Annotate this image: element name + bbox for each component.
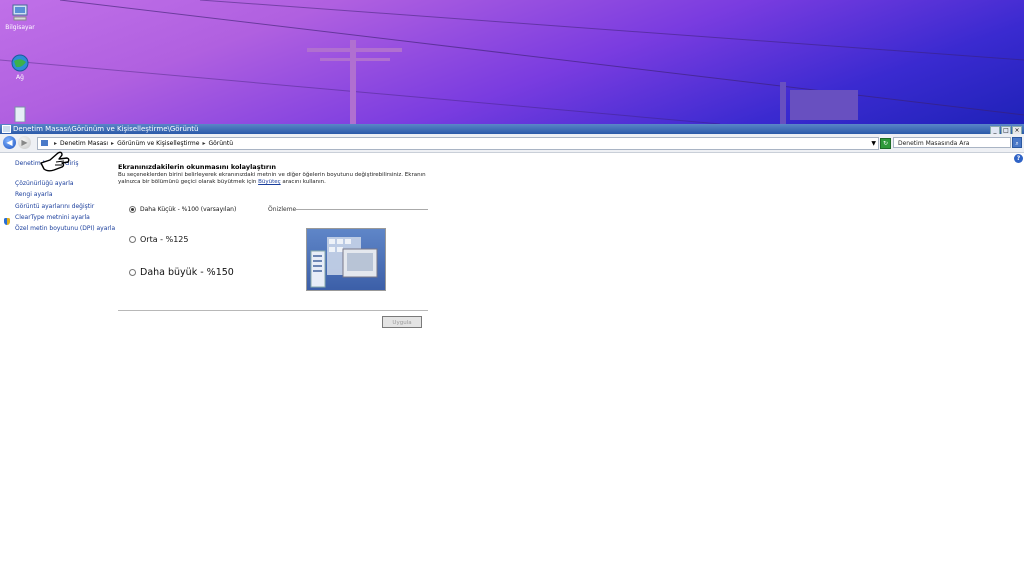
chevron-right-icon: ▸	[202, 140, 206, 147]
chevron-down-icon[interactable]: ▼	[871, 138, 876, 149]
description-part: aracını kullanın.	[282, 179, 326, 185]
radio-selected-icon[interactable]	[129, 206, 136, 213]
window-title: Denetim Masası\Görünüm ve Kişiselleştirm…	[13, 125, 199, 133]
refresh-button[interactable]: ↻	[880, 138, 891, 149]
divider	[118, 310, 428, 311]
sidebar-item-display-settings[interactable]: Görüntü ayarlarını değiştir	[15, 203, 94, 210]
desktop-wallpaper: Bilgisayar Ağ	[0, 0, 1024, 124]
power-line-illustration	[0, 0, 1024, 124]
sidebar-item-cleartype[interactable]: ClearType metnini ayarla	[15, 214, 90, 221]
control-panel-icon	[41, 140, 48, 146]
search-button[interactable]: ⌕	[1012, 137, 1022, 148]
refresh-icon: ↻	[882, 140, 889, 147]
computer-icon	[10, 4, 30, 22]
description-text: Bu seçeneklerden birini belirleyerek ekr…	[118, 172, 430, 186]
preview-image	[306, 228, 386, 291]
window-icon	[2, 125, 11, 133]
breadcrumb[interactable]: ▸ Denetim Masası ▸ Görünüm ve Kişiselleştir…	[37, 137, 879, 150]
recycle-bin-icon	[10, 104, 30, 123]
option-label: Daha Küçük - %100 (varsayılan)	[140, 206, 237, 213]
desktop-icon-computer[interactable]: Bilgisayar	[0, 4, 40, 31]
option-label: Daha büyük - %150	[140, 267, 234, 278]
desktop-icon-network[interactable]: Ağ	[0, 54, 40, 81]
title-bar[interactable]: Denetim Masası\Görünüm ve Kişiselleştirm…	[0, 124, 1024, 135]
magnifier-link[interactable]: Büyüteç	[258, 179, 281, 185]
forward-button[interactable]: ▶	[18, 136, 31, 149]
sidebar: Denetim Masası Giriş Çözünürlüğü ayarla …	[0, 151, 115, 576]
hand-cursor-icon	[40, 151, 70, 172]
preview-desktop-thumbnail	[310, 237, 378, 288]
chevron-right-icon: ▸	[111, 140, 115, 147]
chevron-right-icon: ▸	[54, 140, 58, 147]
page-title: Ekranınızdakilerin okunmasını kolaylaştı…	[118, 163, 276, 171]
desktop-icon-label: Bilgisayar	[5, 24, 35, 31]
option-larger[interactable]: Daha büyük - %150	[129, 267, 234, 278]
option-medium[interactable]: Orta - %125	[129, 235, 188, 244]
desktop-icon-recycle-bin[interactable]	[0, 104, 40, 124]
breadcrumb-item[interactable]: Denetim Masası	[60, 140, 108, 147]
option-label: Orta - %125	[140, 235, 189, 244]
breadcrumb-item[interactable]: Görünüm ve Kişiselleştirme	[117, 140, 199, 147]
breadcrumb-item[interactable]: Görüntü	[208, 140, 233, 147]
network-icon	[10, 54, 30, 72]
apply-button[interactable]: Uygula	[382, 316, 422, 328]
back-arrow-icon: ◀	[6, 138, 13, 147]
help-icon[interactable]: ?	[1014, 154, 1023, 163]
control-panel-window: Denetim Masası\Görünüm ve Kişiselleştirm…	[0, 124, 1024, 576]
desktop-icon-label: Ağ	[16, 74, 24, 81]
sidebar-item-dpi[interactable]: Özel metin boyutunu (DPI) ayarla	[15, 225, 115, 232]
shield-icon	[4, 218, 10, 225]
search-input[interactable]: Denetim Masasında Ara	[893, 137, 1011, 148]
forward-arrow-icon: ▶	[21, 138, 28, 147]
preview-divider	[294, 209, 428, 210]
option-smaller[interactable]: Daha Küçük - %100 (varsayılan)	[129, 206, 236, 213]
sidebar-item-resolution[interactable]: Çözünürlüğü ayarla	[15, 180, 74, 187]
sidebar-item-color[interactable]: Rengi ayarla	[15, 191, 53, 198]
preview-label: Önizleme	[268, 206, 297, 213]
search-icon: ⌕	[1015, 140, 1019, 147]
radio-icon[interactable]	[129, 269, 136, 276]
radio-icon[interactable]	[129, 236, 136, 243]
address-bar: ◀ ▶ ▸ Denetim Masası ▸ Görünüm ve Kişiselle…	[0, 134, 1024, 153]
back-button[interactable]: ◀	[3, 136, 16, 149]
